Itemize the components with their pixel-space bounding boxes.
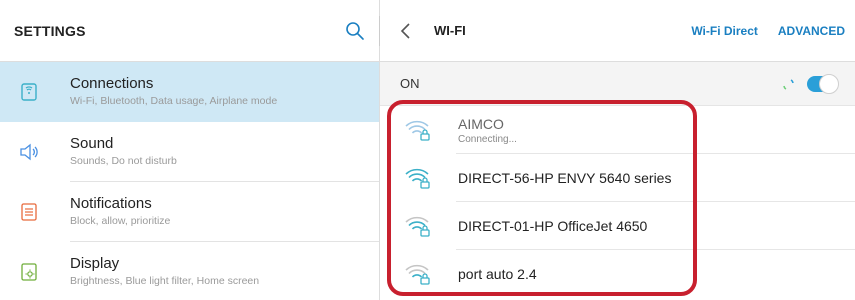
wifi-title: WI-FI	[434, 23, 466, 38]
wifi-direct-button[interactable]: Wi-Fi Direct	[691, 24, 758, 38]
wifi-header: WI-FI Wi-Fi Direct ADVANCED	[380, 0, 855, 62]
settings-panel: SETTINGS Connections Wi-Fi, Bluetooth, D…	[0, 0, 379, 300]
sound-icon	[18, 141, 40, 163]
connections-icon	[18, 81, 40, 103]
search-icon[interactable]	[345, 21, 365, 41]
network-status: Connecting...	[458, 133, 517, 145]
wifi-panel: WI-FI Wi-Fi Direct ADVANCED ON AIMCO Con…	[380, 0, 855, 300]
loading-spinner-icon	[781, 77, 795, 91]
network-name: port auto 2.4	[458, 266, 537, 282]
notifications-icon	[18, 201, 40, 223]
menu-sublabel: Brightness, Blue light filter, Home scre…	[70, 275, 260, 287]
network-name: DIRECT-56-HP ENVY 5640 series	[458, 170, 672, 186]
menu-label: Sound	[70, 135, 114, 152]
menu-sublabel: Sounds, Do not disturb	[70, 155, 177, 167]
back-arrow-icon[interactable]	[398, 21, 414, 41]
menu-sublabel: Block, allow, prioritize	[70, 215, 171, 227]
menu-item-notifications[interactable]: Notifications Block, allow, prioritize	[0, 182, 379, 242]
wifi-locked-icon	[404, 262, 432, 286]
menu-item-connections[interactable]: Connections Wi-Fi, Bluetooth, Data usage…	[0, 62, 379, 122]
menu-sublabel: Wi-Fi, Bluetooth, Data usage, Airplane m…	[70, 95, 278, 107]
wifi-toggle-row[interactable]: ON	[380, 62, 855, 106]
network-name: DIRECT-01-HP OfficeJet 4650	[458, 218, 648, 234]
wifi-locked-icon	[404, 118, 432, 142]
menu-item-display[interactable]: Display Brightness, Blue light filter, H…	[0, 242, 379, 300]
menu-item-sound[interactable]: Sound Sounds, Do not disturb	[0, 122, 379, 182]
menu-label: Connections	[70, 75, 154, 92]
display-icon	[18, 261, 40, 283]
toggle-knob	[819, 73, 839, 94]
menu-label: Display	[70, 255, 120, 272]
network-item-direct-56[interactable]: DIRECT-56-HP ENVY 5640 series	[380, 154, 855, 202]
advanced-button[interactable]: ADVANCED	[778, 24, 845, 38]
network-item-port-auto[interactable]: port auto 2.4	[380, 250, 855, 298]
network-item-aimco[interactable]: AIMCO Connecting...	[380, 106, 855, 154]
wifi-locked-icon	[404, 166, 432, 190]
wifi-status-label: ON	[400, 76, 420, 91]
wifi-locked-icon	[404, 214, 432, 238]
settings-header: SETTINGS	[0, 0, 379, 62]
network-name: AIMCO	[458, 115, 504, 132]
network-item-direct-01[interactable]: DIRECT-01-HP OfficeJet 4650	[380, 202, 855, 250]
settings-title: SETTINGS	[14, 22, 86, 39]
wifi-toggle-switch[interactable]	[807, 73, 839, 94]
header-divider	[379, 16, 380, 46]
menu-label: Notifications	[70, 195, 152, 212]
